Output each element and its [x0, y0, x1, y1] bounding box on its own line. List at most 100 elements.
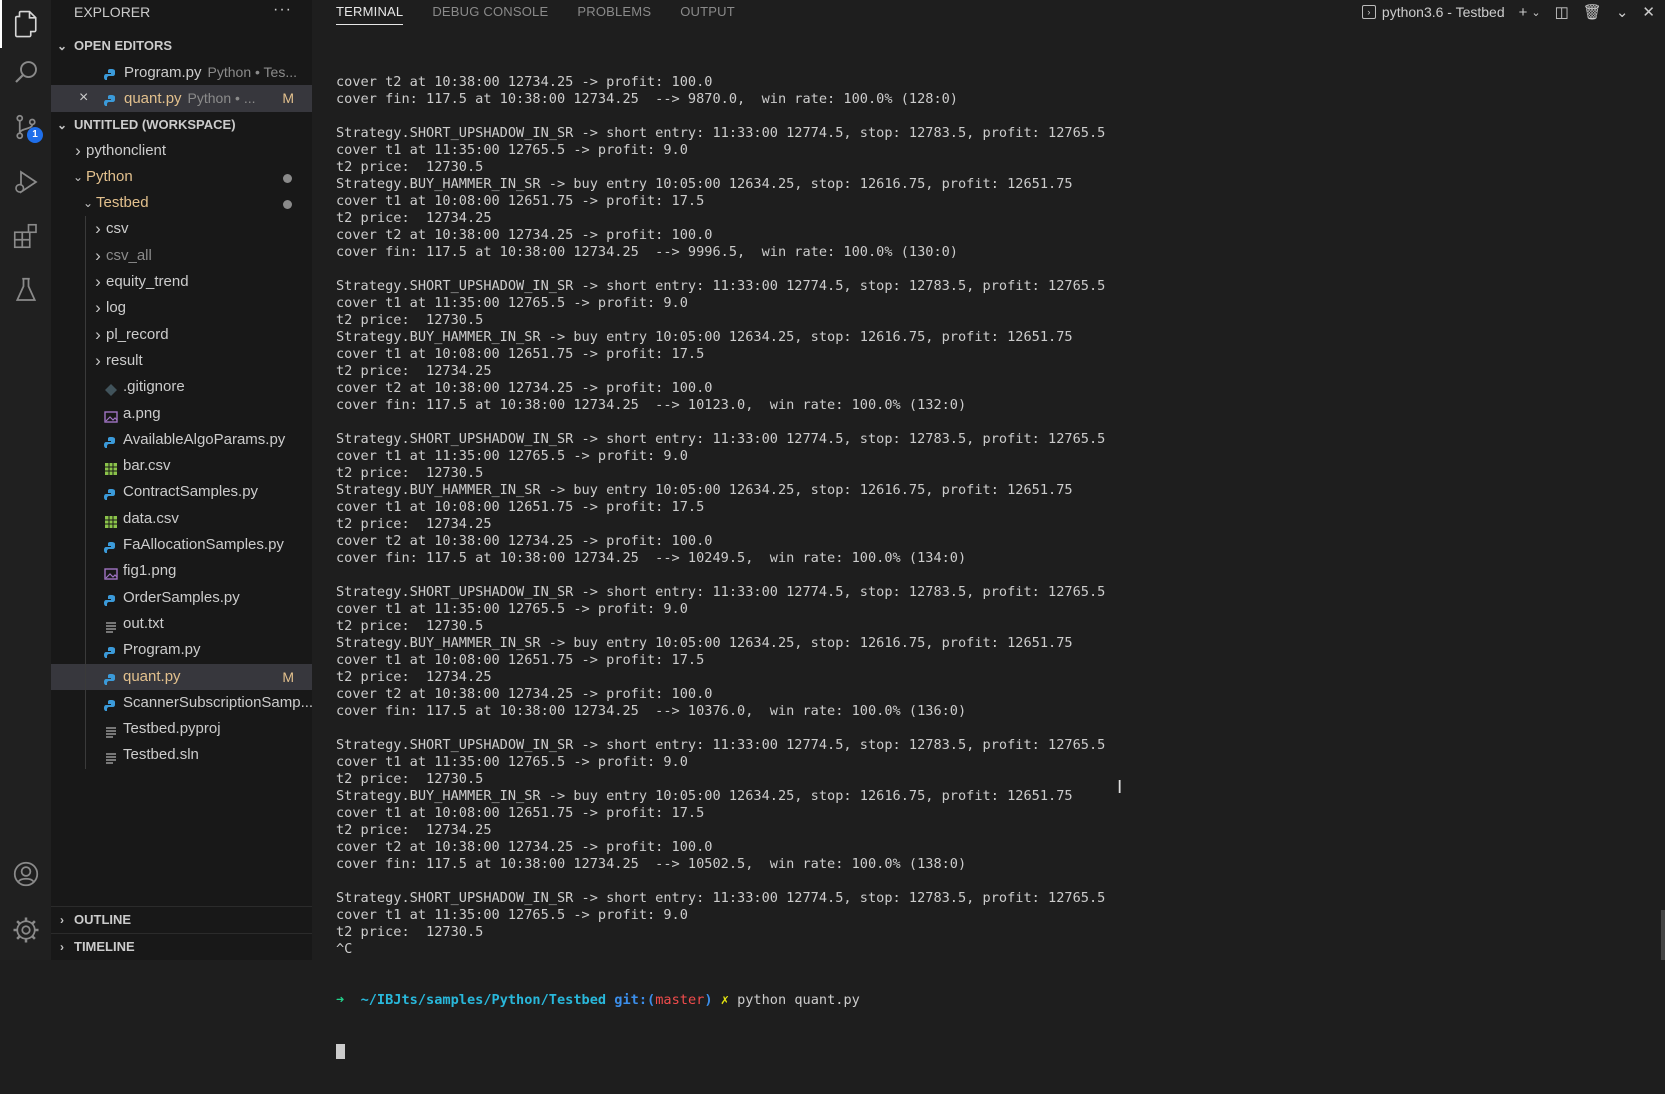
terminal-line: cover t2 at 10:38:00 12734.25 -> profit:… [336, 74, 713, 90]
terminal-line: Strategy.SHORT_UPSHADOW_IN_SR -> short e… [336, 890, 1106, 906]
text-file-icon [104, 748, 118, 765]
tree-item[interactable]: AvailableAlgoParams.py [51, 426, 312, 454]
tab-terminal[interactable]: TERMINAL [336, 0, 404, 25]
new-terminal-icon[interactable]: + [1519, 4, 1528, 21]
workspace-section[interactable]: ⌄ UNTITLED (WORKSPACE) [51, 112, 312, 138]
terminal-line: t2 price: 12734.25 [336, 669, 492, 685]
tree-item[interactable]: › log [51, 295, 312, 322]
chevron-right-icon: › [95, 350, 101, 370]
chevron-right-icon: › [75, 140, 81, 160]
tree-item-label: Program.py [123, 641, 201, 659]
tree-item-label: a.png [123, 404, 161, 422]
text-cursor-icon: Ⅰ [1117, 777, 1123, 797]
open-editor-item[interactable]: Program.py Python • Tes... [51, 59, 312, 85]
tree-item[interactable]: out.txt [51, 610, 312, 638]
tree-item-label: FaAllocationSamples.py [123, 536, 284, 554]
trash-icon[interactable]: 🗑 [1583, 3, 1602, 21]
tree-item[interactable]: › csv [51, 216, 312, 243]
terminal-line: Strategy.BUY_HAMMER_IN_SR -> buy entry 1… [336, 482, 1073, 498]
image-file-icon [104, 564, 118, 581]
account-icon[interactable] [0, 850, 51, 898]
terminal-line: cover t1 at 10:08:00 12651.75 -> profit:… [336, 652, 705, 668]
tree-item[interactable]: .gitignore [51, 374, 312, 401]
settings-gear-icon[interactable] [0, 906, 51, 954]
terminal-line: cover fin: 117.5 at 10:38:00 12734.25 --… [336, 397, 967, 413]
chevron-down-icon[interactable]: ⌄ [1531, 6, 1540, 19]
terminal-scrollbar[interactable] [1661, 910, 1665, 960]
tree-item[interactable]: FaAllocationSamples.py [51, 532, 312, 559]
terminal-line: cover t2 at 10:38:00 12734.25 -> profit:… [336, 533, 713, 549]
chevron-right-icon: › [95, 298, 101, 318]
python-file-icon [104, 65, 118, 80]
run-debug-icon[interactable] [0, 158, 51, 206]
terminal-line: Strategy.SHORT_UPSHADOW_IN_SR -> short e… [336, 584, 1106, 600]
files-icon[interactable] [0, 0, 51, 48]
workspace-label: UNTITLED (WORKSPACE) [74, 116, 236, 132]
tree-item[interactable]: Testbed.sln [51, 742, 312, 769]
tree-item[interactable]: data.csv [51, 505, 312, 533]
close-panel-icon[interactable]: ✕ [1642, 3, 1655, 21]
prompt-git: git:( [614, 992, 656, 1008]
tab-output[interactable]: OUTPUT [680, 0, 735, 26]
terminal-line: t2 price: 12730.5 [336, 159, 484, 175]
prompt-branch: master [655, 992, 705, 1008]
tree-item-label: result [106, 351, 143, 369]
terminal-line: cover fin: 117.5 at 10:38:00 12734.25 --… [336, 244, 958, 260]
open-editor-item-active[interactable]: × quant.py Python • ... M [51, 85, 312, 112]
extensions-icon[interactable] [0, 212, 51, 260]
maximize-chevron-icon[interactable]: ⌄ [1616, 3, 1629, 21]
tree-item[interactable]: OrderSamples.py [51, 584, 312, 611]
tree-item[interactable]: quant.py M [51, 663, 312, 690]
modified-dot [283, 173, 292, 183]
outline-section[interactable]: › OUTLINE [51, 906, 312, 933]
tree-item[interactable]: › equity_trend [51, 269, 312, 296]
terminal-output[interactable]: cover t2 at 10:38:00 12734.25 -> profit:… [336, 40, 1665, 1059]
timeline-section[interactable]: › TIMELINE [51, 933, 312, 960]
terminal-input-line[interactable] [336, 1043, 1665, 1060]
text-file-icon [104, 617, 118, 633]
terminal-line: Strategy.SHORT_UPSHADOW_IN_SR -> short e… [336, 278, 1106, 294]
tree-item[interactable]: bar.csv [51, 453, 312, 480]
tree-item[interactable]: ContractSamples.py [51, 479, 312, 506]
more-actions-icon[interactable]: ··· [273, 0, 292, 22]
search-icon[interactable] [0, 48, 51, 96]
tree-item[interactable]: ⌄ Testbed [51, 190, 312, 216]
testing-icon[interactable] [0, 266, 51, 314]
source-control-icon[interactable]: 1 [0, 103, 51, 151]
tree-item[interactable]: a.png [51, 400, 312, 427]
tree-item-label: quant.py [123, 667, 181, 685]
open-editors-label: OPEN EDITORS [74, 38, 173, 53]
tree-item-label: out.txt [123, 614, 164, 632]
tab-debug-console[interactable]: DEBUG CONSOLE [432, 0, 548, 26]
terminal-line: t2 price: 12730.5 [336, 771, 484, 787]
modified-dot [283, 200, 292, 210]
tree-item[interactable]: fig1.png [51, 558, 312, 585]
close-icon[interactable]: × [79, 85, 88, 111]
explorer-sidebar: EXPLORER ··· ⌄ OPEN EDITORS Program.py Py… [51, 0, 312, 960]
terminal-line: cover t1 at 11:35:00 12765.5 -> profit: … [336, 142, 688, 158]
prompt-path: ~/IBJts/samples/Python/Testbed [360, 992, 607, 1008]
tree-item[interactable]: Testbed.pyproj [51, 716, 312, 743]
tree-item-label: csv_all [106, 246, 152, 264]
terminal-line: cover t1 at 10:08:00 12651.75 -> profit:… [336, 805, 705, 821]
terminal-line: t2 price: 12734.25 [336, 363, 492, 379]
open-editor-name: Program.py [124, 64, 202, 81]
tab-problems[interactable]: PROBLEMS [577, 0, 651, 26]
split-terminal-icon[interactable]: ◫ [1555, 3, 1569, 21]
tree-item[interactable]: Program.py [51, 637, 312, 664]
terminal-line: Strategy.BUY_HAMMER_IN_SR -> buy entry 1… [336, 176, 1073, 192]
tree-item[interactable]: › csv_all [51, 242, 312, 270]
tree-item[interactable]: › pl_record [51, 321, 312, 348]
tree-item[interactable]: › result [51, 347, 312, 375]
terminal-line: t2 price: 12730.5 [336, 465, 484, 481]
tree-item[interactable]: ScannerSubscriptionSamp... [51, 689, 312, 717]
terminal-selector[interactable]: › python3.6 - Testbed [1361, 4, 1505, 20]
open-editor-name: quant.py [124, 90, 182, 108]
tree-item[interactable]: ⌄ Python [51, 164, 312, 190]
tree-item-label: bar.csv [123, 457, 171, 475]
tree-item-label: .gitignore [123, 378, 185, 396]
open-editors-section[interactable]: ⌄ OPEN EDITORS [51, 33, 312, 59]
tree-item[interactable]: › pythonclient [51, 138, 312, 164]
terminal-line: t2 price: 12730.5 [336, 924, 484, 940]
terminal-line: cover fin: 117.5 at 10:38:00 12734.25 --… [336, 550, 967, 566]
